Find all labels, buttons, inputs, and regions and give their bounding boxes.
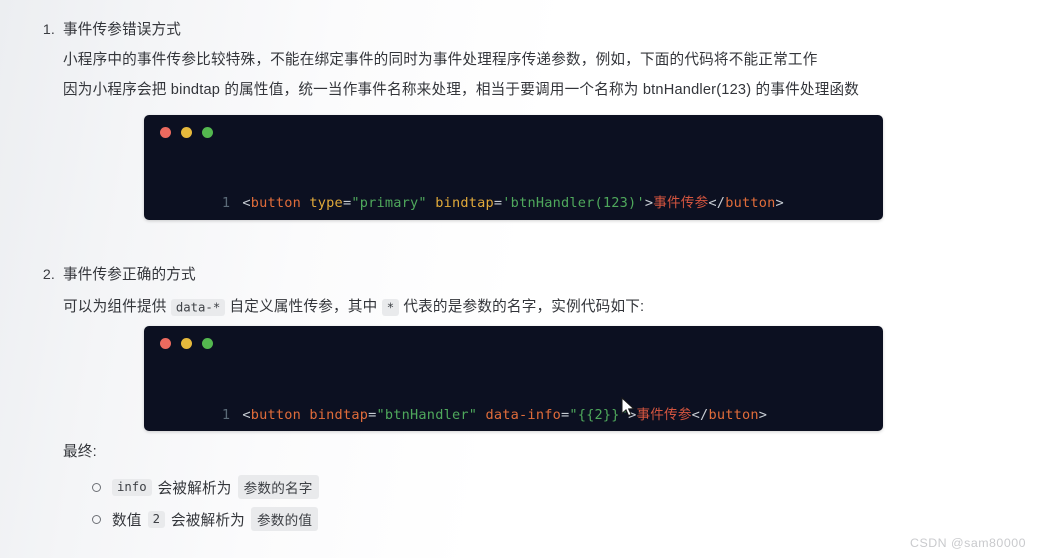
- code-token: <: [242, 195, 251, 211]
- inline-code-asterisk: *: [381, 298, 400, 316]
- document-page: 1. 事件传参错误方式 小程序中的事件传参比较特殊，不能在绑定事件的同时为事件处…: [0, 0, 1040, 558]
- code-token: >: [775, 195, 784, 211]
- code-token: </: [708, 195, 726, 211]
- code-token: "btnHandler": [376, 407, 478, 423]
- bullet-marker: [92, 514, 101, 524]
- highlight-param-name: 参数的名字: [237, 475, 319, 499]
- yellow-dot[interactable]: [181, 338, 192, 349]
- list-marker-2: 2.: [42, 267, 55, 283]
- bullet-1-middle: 会被解析为: [171, 512, 245, 529]
- bullet-1-prefix: 数值: [112, 512, 142, 529]
- section-2-sentence: 可以为组件提供 data-* 自定义属性传参，其中 * 代表的是参数的名字，实例…: [63, 292, 644, 322]
- sentence-part-1: 可以为组件提供: [63, 299, 171, 315]
- section-1-heading-row: 1. 事件传参错误方式: [29, 18, 181, 39]
- green-dot[interactable]: [202, 127, 213, 138]
- code-token: >: [644, 195, 654, 211]
- window-controls-2: [160, 338, 213, 349]
- sentence-part-2: 自定义属性传参，其中: [225, 299, 382, 315]
- section-2-heading-row: 2. 事件传参正确的方式: [29, 263, 196, 284]
- code-token: data-info: [485, 407, 561, 423]
- code-token: 事件传参: [636, 407, 692, 423]
- code-token: <: [242, 407, 251, 423]
- sentence-part-3: 代表的是参数的名字，实例代码如下:: [399, 299, 645, 315]
- line-number: 1: [221, 407, 231, 423]
- section-1-paragraph-1: 小程序中的事件传参比较特殊，不能在绑定事件的同时为事件处理程序传递参数，例如，下…: [63, 52, 818, 68]
- code-token: </: [691, 407, 709, 423]
- code-block-2: 1 <button bindtap="btnHandler" data-info=…: [144, 326, 883, 431]
- code-token: button: [708, 407, 759, 423]
- red-dot[interactable]: [160, 338, 171, 349]
- red-dot[interactable]: [160, 127, 171, 138]
- code-token: 事件传参: [653, 195, 709, 211]
- yellow-dot[interactable]: [181, 127, 192, 138]
- highlight-param-value: 参数的值: [250, 507, 319, 531]
- code-block-1: 1 <button type="primary" bindtap='btnHand…: [144, 115, 883, 220]
- final-bullet-list: info 会被解析为 参数的名字 数值 2 会被解析为 参数的值: [92, 475, 319, 531]
- code-token: button: [250, 195, 302, 211]
- section-1: 1. 事件传参错误方式: [29, 18, 181, 39]
- green-dot[interactable]: [202, 338, 213, 349]
- code-token: 'btnHandler(123)': [502, 195, 645, 211]
- list-item: info 会被解析为 参数的名字: [92, 475, 319, 499]
- window-controls-1: [160, 127, 213, 138]
- code-token: type: [309, 195, 343, 211]
- section-1-title: 事件传参错误方式: [63, 22, 181, 38]
- bullet-0-middle: 会被解析为: [157, 480, 232, 497]
- bullet-marker: [92, 482, 101, 492]
- code-line-1: 1 <button type="primary" bindtap='btnHand…: [166, 175, 784, 220]
- code-token: =: [368, 407, 377, 423]
- inline-code-two: 2: [147, 510, 165, 528]
- code-line-2: 1 <button bindtap="btnHandler" data-info=…: [166, 387, 767, 431]
- code-token: "{{2}}": [569, 407, 629, 423]
- inline-code-info: info: [112, 478, 152, 496]
- line-number: 1: [221, 195, 231, 211]
- code-token: "primary": [351, 195, 427, 211]
- code-token: bindtap: [309, 407, 369, 423]
- inline-code-data-star: data-*: [170, 298, 226, 316]
- section-1-paragraph-2: 因为小程序会把 bindtap 的属性值，统一当作事件名称来处理，相当于要调用一…: [63, 82, 860, 98]
- code-token: bindtap: [435, 195, 494, 211]
- section-2: 2. 事件传参正确的方式: [29, 263, 196, 284]
- code-token: button: [250, 407, 302, 423]
- code-token: button: [725, 195, 776, 211]
- section-2-title: 事件传参正确的方式: [63, 267, 196, 283]
- list-marker-1: 1.: [42, 22, 55, 38]
- list-item: 数值 2 会被解析为 参数的值: [92, 507, 319, 531]
- code-tokens-1: <button type="primary" bindtap='btnHandl…: [242, 195, 784, 211]
- code-tokens-2: <button bindtap="btnHandler" data-info="…: [242, 407, 767, 423]
- code-token: >: [758, 407, 768, 423]
- final-label: 最终:: [63, 444, 97, 460]
- csdn-watermark: CSDN @sam80000: [910, 536, 1026, 550]
